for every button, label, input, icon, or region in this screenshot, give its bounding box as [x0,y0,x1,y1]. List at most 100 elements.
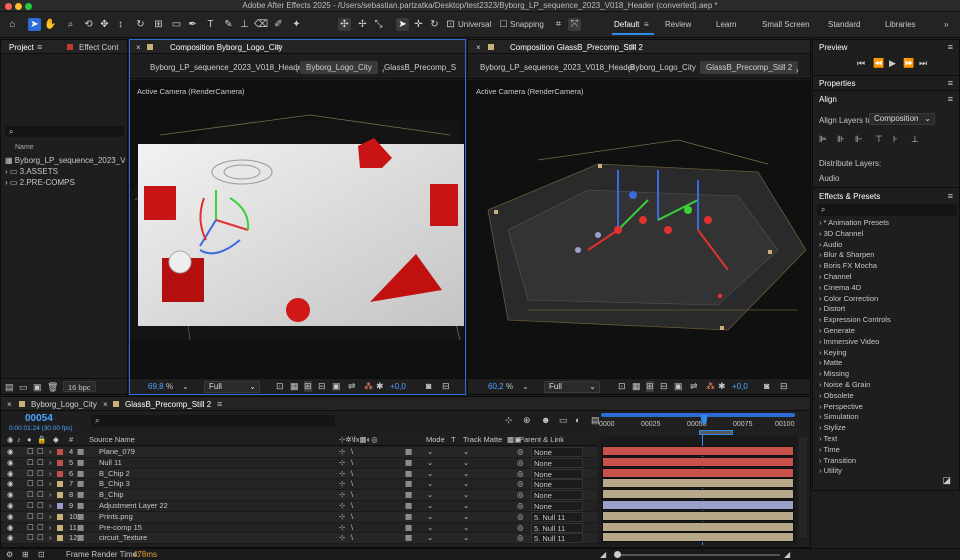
puppet-tool-icon[interactable]: ✦ [290,18,303,31]
comp-menu-icon[interactable]: ≡ [276,42,281,52]
snapping-checkbox[interactable]: ☐ [497,18,510,31]
workspace-small-screen[interactable]: Small Screen [762,20,810,29]
type-tool-icon[interactable]: T [204,18,217,31]
audio-toggle-icon[interactable]: ♪ [17,435,21,445]
effect-category-item[interactable]: › Obsolete [819,391,957,402]
switches-header-icon[interactable]: ⊹✲\fx▦◐◎ [339,435,378,445]
dolly-camera-icon[interactable]: ↕ [114,18,127,31]
toggle-switches-icon[interactable]: ⊞ [22,550,29,559]
pan-camera-icon[interactable]: ✥ [98,18,111,31]
camera-view-icon[interactable]: ▣ [332,381,341,392]
zoom-in-icon[interactable]: ◢ [784,550,790,559]
show-snapshot-icon[interactable]: ⊟ [442,381,450,392]
exposure-value[interactable]: +0,0 [390,382,406,391]
orbit-camera-icon[interactable]: ⟲ [82,18,95,31]
layer-duration-bar[interactable] [602,456,794,467]
pen-tool-icon[interactable]: ✒ [186,18,199,31]
world-axis-icon[interactable]: ✢ [356,18,369,31]
project-item-main-comp[interactable]: ▦ Byborg_LP_sequence_2023_V [5,155,125,166]
effects-menu-icon[interactable]: ≡ [948,191,953,201]
column-track-matte[interactable]: Track Matte [463,435,502,445]
workspace-menu-icon[interactable]: ≡ [644,20,649,29]
exposure-value[interactable]: +0,0 [732,382,748,391]
effect-category-item[interactable]: › Boris FX Mocha [819,261,957,272]
zoom-value[interactable]: 69,8 [148,382,164,391]
align-right-icon[interactable]: ⊩ [855,134,863,145]
column-parent[interactable]: Parent & Link [519,435,564,445]
close-comp-tab-icon[interactable]: × [476,43,481,52]
comp-subtab-logo-city[interactable]: Byborg_Logo_City [624,61,702,74]
effect-category-item[interactable]: › Generate [819,326,957,337]
effect-category-item[interactable]: › Time [819,445,957,456]
video-toggle-icon[interactable]: ◉ [7,435,14,445]
timeline-zoom-handle[interactable] [614,551,621,558]
comp-title-left[interactable]: Composition Byborg_Logo_City [170,43,283,52]
align-top-icon[interactable]: ⊤ [875,134,883,145]
eraser-tool-icon[interactable]: ⌫ [254,18,268,31]
project-menu-icon[interactable]: ≡ [37,42,42,52]
effect-category-item[interactable]: › * Animation Presets [819,218,957,229]
effect-category-item[interactable]: › Color Correction [819,294,957,305]
comp-subtab-logo-city[interactable]: Byborg_Logo_City [300,61,378,74]
exposure-icon[interactable]: ✱ [376,381,384,392]
interpret-footage-icon[interactable]: ▤ [5,382,14,393]
layer-duration-bar[interactable] [602,446,794,456]
snapshot-camera-icon[interactable]: ◙ [426,381,431,391]
layer-duration-bar[interactable] [602,489,794,500]
comp-viewer-left[interactable]: Active Camera (RenderCamera) [130,80,465,378]
align-target-dropdown[interactable]: Composition ⌄ [869,113,935,125]
motion-blur-icon[interactable]: ◐ [575,415,580,425]
resolution-dropdown[interactable]: Full ⌄ [544,381,600,393]
zoom-tool-icon[interactable]: ⌕ [64,18,77,31]
effect-category-item[interactable]: › Blur & Sharpen [819,250,957,261]
time-ruler[interactable]: 0000 00025 00050 00075 00100 [599,413,797,435]
align-bottom-icon[interactable]: ⊥ [911,134,919,145]
solo-toggle-icon[interactable]: ● [27,435,32,445]
column-name-header[interactable]: Name [15,144,34,151]
effect-category-item[interactable]: › Distort [819,304,957,315]
comp-subtab-glass[interactable]: GlassB_Precomp_Still 2 [700,61,799,74]
previous-frame-icon[interactable]: ⏪ [873,58,884,69]
effect-category-item[interactable]: › Immersive Video [819,337,957,348]
bit-depth-button[interactable]: 16 bpc [63,381,96,392]
brush-tool-icon[interactable]: ✎ [222,18,235,31]
effect-category-item[interactable]: › Utility [819,466,957,477]
transparency-grid-icon[interactable]: ▦ [290,381,299,392]
properties-menu-icon[interactable]: ≡ [948,78,953,88]
region-of-interest-icon[interactable]: ⊡ [618,381,626,392]
zoom-out-icon[interactable]: ◢ [600,550,606,559]
effect-controls-tab[interactable]: Effect Cont [79,43,118,52]
effect-category-item[interactable]: › Matte [819,358,957,369]
comp-viewer-right[interactable]: Active Camera (RenderCamera) [468,80,810,378]
effect-category-item[interactable]: › 3D Channel [819,229,957,240]
last-frame-icon[interactable]: ⏭ [919,58,927,69]
project-search-input[interactable]: ⌕ [5,126,124,137]
guides-icon[interactable]: ⊟ [318,381,326,392]
clone-stamp-icon[interactable]: ⊥ [238,18,251,31]
timeline-tab-logo-city[interactable]: Byborg_Logo_City [31,400,97,409]
workspace-libraries[interactable]: Libraries [885,20,916,29]
pan-behind-icon[interactable]: ⊞ [152,18,165,31]
color-channels-icon[interactable]: ⁂ [364,381,373,392]
timeline-menu-icon[interactable]: ≡ [217,399,222,409]
new-bin-icon[interactable]: ◪ [942,475,951,486]
column-source-name[interactable]: Source Name [89,435,135,445]
region-of-interest-icon[interactable]: ⊡ [276,381,284,392]
workspace-standard[interactable]: Standard [828,20,860,29]
breadcrumb-more-icon[interactable]: › [790,64,805,77]
effect-category-item[interactable]: › Cinema 4D [819,283,957,294]
column-hash[interactable]: # [69,435,73,445]
transparency-grid-icon[interactable]: ▦ [632,381,641,392]
effect-category-item[interactable]: › Stylize [819,423,957,434]
layer-duration-bar[interactable] [602,532,794,543]
effect-category-item[interactable]: › Noise & Grain [819,380,957,391]
zoom-dropdown-icon[interactable]: ⌄ [182,382,189,391]
column-t[interactable]: T [451,435,456,445]
first-frame-icon[interactable]: ⏮ [857,58,865,69]
align-horizontal-center-icon[interactable]: ⊪ [837,134,845,145]
layer-duration-bar[interactable] [602,500,794,510]
comp-menu-icon[interactable]: ≡ [630,42,635,52]
trash-icon[interactable]: 🗑 [47,382,58,393]
label-color-icon[interactable]: ◆ [53,435,59,445]
resolution-dropdown[interactable]: Full ⌄ [204,381,260,393]
